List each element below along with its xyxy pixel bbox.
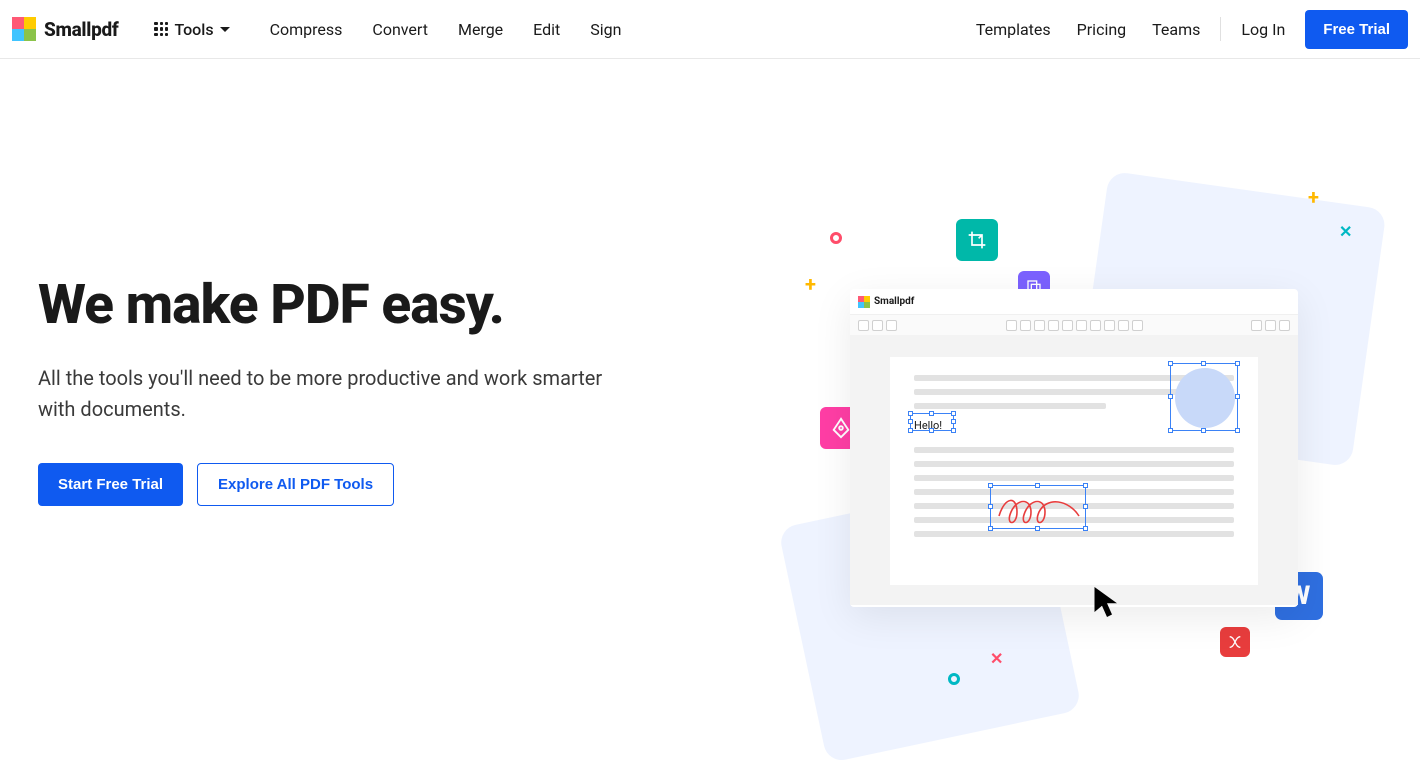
explore-tools-button[interactable]: Explore All PDF Tools <box>197 463 394 506</box>
logo-icon <box>858 296 870 308</box>
site-header: Smallpdf Tools Compress Convert Merge Ed… <box>0 0 1420 59</box>
circle-icon <box>948 673 960 685</box>
separator <box>1220 17 1221 41</box>
x-icon: ✕ <box>990 649 1003 668</box>
hero-section: We make PDF easy. All the tools you'll n… <box>0 59 1420 719</box>
plus-icon: + <box>805 272 816 296</box>
shape-selection <box>1170 363 1238 431</box>
shape-icon <box>1220 627 1250 657</box>
text-selection: Hello! <box>910 413 954 431</box>
editor-brand: Smallpdf <box>874 296 914 307</box>
cursor-icon <box>1092 584 1122 620</box>
nav-compress[interactable]: Compress <box>270 20 343 39</box>
nav-sign[interactable]: Sign <box>590 20 621 39</box>
editor-canvas: Hello! <box>850 335 1298 605</box>
signature-icon <box>991 486 1087 530</box>
editor-header: Smallpdf <box>850 289 1298 315</box>
nav-secondary: Templates Pricing Teams <box>976 20 1201 39</box>
logo-icon <box>12 17 36 41</box>
hero-ctas: Start Free Trial Explore All PDF Tools <box>38 463 678 506</box>
logo-text: Smallpdf <box>44 18 118 41</box>
toolbar-group-left <box>858 320 897 331</box>
editor-toolbar <box>850 315 1298 335</box>
logo[interactable]: Smallpdf <box>12 17 118 41</box>
nav-teams[interactable]: Teams <box>1152 20 1200 39</box>
plus-icon: + <box>1308 185 1319 209</box>
grid-icon <box>154 22 168 36</box>
nav-primary: Compress Convert Merge Edit Sign <box>270 20 622 39</box>
hero-subtitle: All the tools you'll need to be more pro… <box>38 363 628 425</box>
start-free-trial-button[interactable]: Start Free Trial <box>38 463 183 506</box>
hero-illustration: + + ✕ ✕ W Smallpdf <box>720 119 1420 759</box>
tools-dropdown[interactable]: Tools <box>154 20 229 39</box>
editor-page: Hello! <box>890 357 1258 585</box>
crop-icon <box>956 219 998 261</box>
tools-label: Tools <box>174 20 213 39</box>
free-trial-button[interactable]: Free Trial <box>1305 10 1408 49</box>
circle-icon <box>830 232 842 244</box>
nav-edit[interactable]: Edit <box>533 20 560 39</box>
nav-pricing[interactable]: Pricing <box>1077 20 1127 39</box>
nav-convert[interactable]: Convert <box>372 20 428 39</box>
toolbar-group-center <box>1006 320 1143 331</box>
nav-templates[interactable]: Templates <box>976 20 1051 39</box>
toolbar-group-right <box>1251 320 1290 331</box>
editor-preview: Smallpdf Hello! <box>850 289 1298 607</box>
chevron-down-icon <box>220 27 230 32</box>
x-icon: ✕ <box>1339 222 1352 241</box>
signature-selection <box>990 485 1086 529</box>
hero-title: We make PDF easy. <box>38 277 678 335</box>
hero-content: We make PDF easy. All the tools you'll n… <box>38 119 678 719</box>
nav-merge[interactable]: Merge <box>458 20 503 39</box>
login-link[interactable]: Log In <box>1241 20 1285 39</box>
